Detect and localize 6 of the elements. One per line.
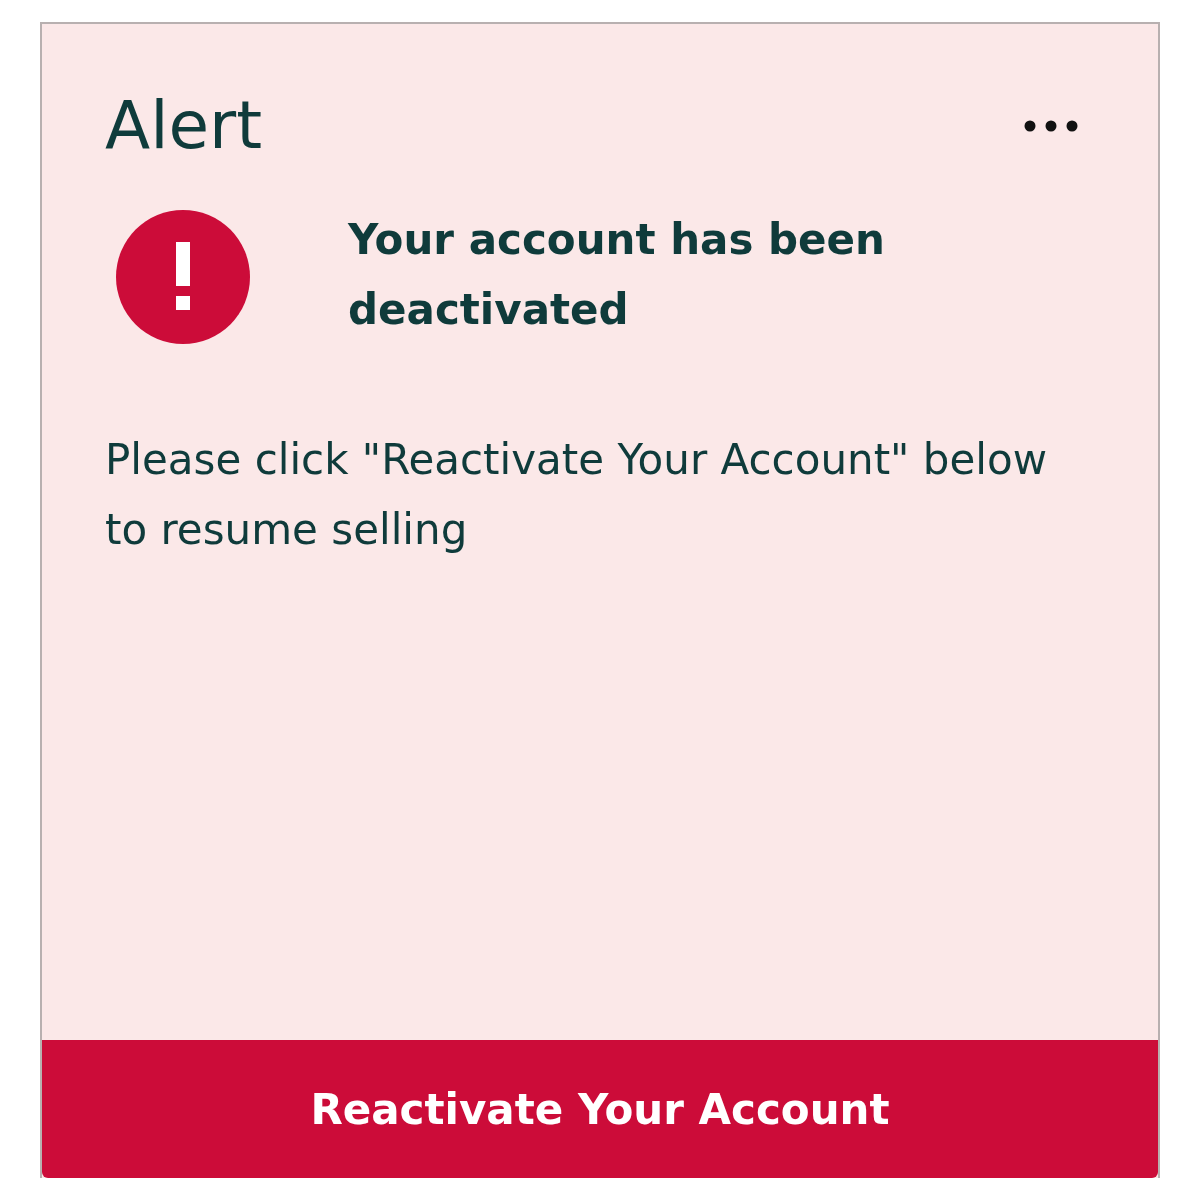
alert-heading: Your account has been deactivated bbox=[348, 214, 886, 336]
reactivate-button[interactable]: Reactivate Your Account bbox=[42, 1040, 1158, 1178]
card-title: Alert bbox=[105, 86, 263, 166]
error-icon bbox=[116, 210, 250, 344]
alert-message: Please click "Reactivate Your Account" below to resume selling bbox=[105, 434, 1048, 556]
more-icon[interactable] bbox=[1024, 120, 1078, 132]
